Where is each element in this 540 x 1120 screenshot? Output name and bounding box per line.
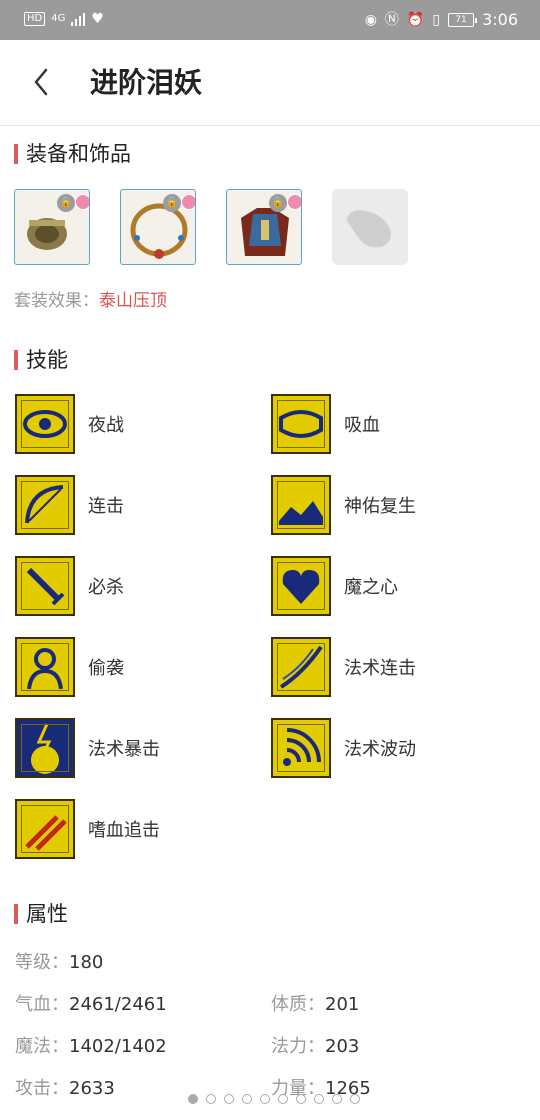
lock-icon: 🔒 <box>269 194 287 212</box>
attr-value: 1402/1402 <box>69 1036 167 1057</box>
hd-badge: HD <box>24 12 46 26</box>
page-dot[interactable] <box>332 1094 342 1104</box>
lock-icon: 🔒 <box>163 194 181 212</box>
set-effect-label: 套装效果： <box>14 291 99 311</box>
page-dot[interactable] <box>296 1094 306 1104</box>
skill-label: 连击 <box>88 496 124 517</box>
nfc-icon: Ⓝ <box>384 11 399 28</box>
empty-slot-icon <box>346 210 391 248</box>
equipment-slot-armor[interactable]: 🔒 <box>226 189 302 265</box>
skill-item[interactable]: 法术暴击 <box>15 718 160 778</box>
attr-mp: 魔法：1402/1402 <box>15 1032 167 1058</box>
back-button[interactable] <box>28 64 56 100</box>
attr-hp: 气血：2461/2461 <box>15 990 167 1016</box>
skill-label: 魔之心 <box>344 577 398 598</box>
page-dot[interactable] <box>314 1094 324 1104</box>
timer-icon <box>287 194 301 210</box>
attr-value: 2461/2461 <box>69 994 167 1015</box>
set-effect-value[interactable]: 泰山压顶 <box>99 291 167 311</box>
status-left: HD 4G ♥ <box>24 10 104 28</box>
attr-value: 203 <box>325 1036 360 1057</box>
page-dot[interactable] <box>278 1094 288 1104</box>
skill-label: 偷袭 <box>88 658 124 679</box>
section-title-equipment: 装备和饰品 <box>14 141 131 167</box>
clock-time: 3:06 <box>482 10 518 29</box>
sneak-skill-icon <box>15 637 75 697</box>
signal-icon <box>71 12 86 26</box>
alarm-icon: ⏰ <box>406 11 425 28</box>
eye-skill-icon <box>15 394 75 454</box>
skill-item[interactable]: 吸血 <box>271 394 380 454</box>
skill-item[interactable]: 夜战 <box>15 394 124 454</box>
lips-skill-icon <box>271 394 331 454</box>
attr-constitution: 体质：201 <box>271 990 359 1016</box>
page-dot[interactable] <box>260 1094 270 1104</box>
skill-item[interactable]: 必杀 <box>15 556 124 616</box>
magic-combo-skill-icon <box>271 637 331 697</box>
battery-icon: 71 <box>448 12 478 27</box>
page-dot[interactable] <box>206 1094 216 1104</box>
heart-skill-icon <box>271 556 331 616</box>
skill-item[interactable]: 魔之心 <box>271 556 398 616</box>
eye-comfort-icon: ◉ <box>364 11 377 28</box>
skill-label: 法术波动 <box>344 739 416 760</box>
status-right: ◉ Ⓝ ⏰ ▯ 71 3:06 <box>365 10 518 29</box>
section-title-skills: 技能 <box>14 347 68 373</box>
timer-icon <box>181 194 195 210</box>
sword-skill-icon <box>15 556 75 616</box>
chevron-left-icon <box>34 68 48 96</box>
magic-crit-skill-icon <box>15 718 75 778</box>
attr-label: 体质： <box>271 994 325 1015</box>
attr-value: 180 <box>69 952 104 973</box>
page-dot[interactable] <box>350 1094 360 1104</box>
skill-label: 吸血 <box>344 415 380 436</box>
page-dot[interactable] <box>188 1094 198 1104</box>
skill-item[interactable]: 神佑复生 <box>271 475 416 535</box>
heart-rate-icon: ♥ <box>91 11 104 27</box>
bow-skill-icon <box>15 475 75 535</box>
attr-label: 气血： <box>15 994 69 1015</box>
skill-label: 法术暴击 <box>88 739 160 760</box>
skill-label: 法术连击 <box>344 658 416 679</box>
skill-item[interactable]: 嗜血追击 <box>15 799 160 859</box>
network-type: 4G <box>51 13 66 24</box>
skill-label: 夜战 <box>88 415 124 436</box>
page-header: 进阶泪妖 <box>0 40 540 126</box>
page-dot[interactable] <box>224 1094 234 1104</box>
equipment-slot-empty[interactable] <box>332 189 408 265</box>
set-effect: 套装效果：泰山压顶 <box>14 286 167 311</box>
equipment-slot-bracer[interactable]: 🔒 <box>14 189 90 265</box>
page-indicator[interactable] <box>188 1094 360 1104</box>
attr-label: 法力： <box>271 1036 325 1057</box>
status-bar: HD 4G ♥ ◉ Ⓝ ⏰ ▯ 71 3:06 <box>0 0 540 40</box>
skill-label: 嗜血追击 <box>88 820 160 841</box>
page-dot[interactable] <box>242 1094 252 1104</box>
attr-value: 2633 <box>69 1078 115 1099</box>
magic-wave-skill-icon <box>271 718 331 778</box>
page-title: 进阶泪妖 <box>90 66 203 99</box>
timer-icon <box>75 194 89 210</box>
vibrate-icon: ▯ <box>432 11 441 28</box>
skill-item[interactable]: 偷袭 <box>15 637 124 697</box>
attr-label: 等级： <box>15 952 69 973</box>
attr-level: 等级：180 <box>15 948 103 974</box>
skill-item[interactable]: 法术波动 <box>271 718 416 778</box>
skill-item[interactable]: 法术连击 <box>271 637 416 697</box>
equipment-slot-necklace[interactable]: 🔒 <box>120 189 196 265</box>
revive-skill-icon <box>271 475 331 535</box>
lock-icon: 🔒 <box>57 194 75 212</box>
blood-chase-skill-icon <box>15 799 75 859</box>
skill-label: 必杀 <box>88 577 124 598</box>
attr-label: 魔法： <box>15 1036 69 1057</box>
equipment-list: 🔒 🔒 🔒 <box>14 189 408 265</box>
attr-label: 攻击： <box>15 1078 69 1099</box>
attr-value: 201 <box>325 994 360 1015</box>
section-title-attributes: 属性 <box>14 901 68 927</box>
attr-magic: 法力：203 <box>271 1032 359 1058</box>
skill-label: 神佑复生 <box>344 496 416 517</box>
skill-item[interactable]: 连击 <box>15 475 124 535</box>
attr-attack: 攻击：2633 <box>15 1074 115 1100</box>
